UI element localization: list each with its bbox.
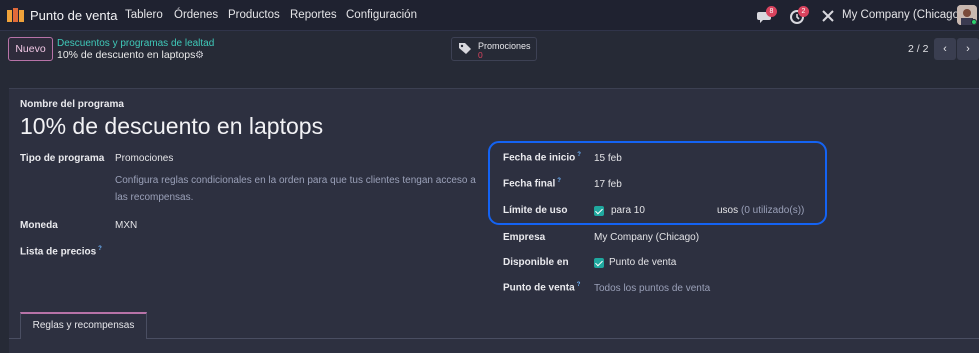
menu-productos[interactable]: Productos (228, 9, 280, 21)
highlight-box (488, 141, 827, 225)
program-type-help: Configura reglas condicionales en la ord… (115, 175, 476, 203)
currency-label: Moneda (20, 220, 58, 231)
smart-button-label: Promociones (478, 41, 531, 51)
gear-icon[interactable]: ⚙ (195, 50, 204, 61)
company-switcher[interactable]: My Company (Chicago) (842, 9, 963, 21)
app-logo-icon[interactable] (7, 7, 24, 23)
messages-badge: 8 (766, 6, 777, 17)
tools-icon[interactable] (820, 8, 836, 24)
new-button[interactable]: Nuevo (8, 37, 53, 61)
program-type-label: Tipo de programa (20, 153, 105, 164)
company-field[interactable]: My Company (Chicago) (594, 232, 699, 243)
app-name[interactable]: Punto de venta (30, 8, 117, 23)
pos-label: Punto de venta? (503, 282, 581, 294)
online-status-dot (971, 19, 977, 25)
menu-configuracion[interactable]: Configuración (346, 9, 417, 21)
smart-button-count: 0 (478, 50, 483, 60)
available-in-label: Disponible en (503, 257, 569, 268)
available-pos-checkbox[interactable] (594, 258, 604, 268)
currency-field[interactable]: MXN (115, 220, 137, 231)
menu-ordenes[interactable]: Órdenes (174, 9, 218, 21)
program-name-label: Nombre del programa (20, 99, 124, 110)
record-title: 10% de descuento en laptops (57, 49, 196, 61)
pos-field[interactable]: Todos los puntos de venta (594, 283, 710, 294)
program-name-field[interactable]: 10% de descuento en laptops (20, 113, 323, 140)
pricelist-label: Lista de precios? (20, 246, 102, 258)
help-icon[interactable]: ? (98, 246, 102, 252)
tab-divider (147, 338, 979, 339)
breadcrumb[interactable]: Descuentos y programas de lealtad (57, 38, 214, 49)
available-in-value: Punto de venta (609, 257, 677, 268)
tab-rules-rewards[interactable]: Reglas y recompensas (20, 312, 147, 339)
tags-icon (459, 43, 471, 54)
pager-next-icon[interactable]: › (957, 38, 979, 60)
activities-badge: 2 (798, 6, 809, 17)
top-navbar: Punto de venta Tablero Órdenes Productos… (0, 0, 979, 31)
menu-reportes[interactable]: Reportes (290, 9, 337, 21)
user-avatar[interactable] (957, 5, 977, 25)
promotions-smart-button[interactable]: Promociones 0 (451, 37, 537, 61)
program-type-field[interactable]: Promociones (115, 153, 173, 164)
tab-divider (9, 338, 20, 339)
pager-previous-icon[interactable]: ‹ (934, 38, 956, 60)
company-label: Empresa (503, 232, 546, 243)
help-icon[interactable]: ? (577, 282, 581, 288)
menu-tablero[interactable]: Tablero (125, 9, 163, 21)
pager-value[interactable]: 2 / 2 (908, 43, 928, 55)
